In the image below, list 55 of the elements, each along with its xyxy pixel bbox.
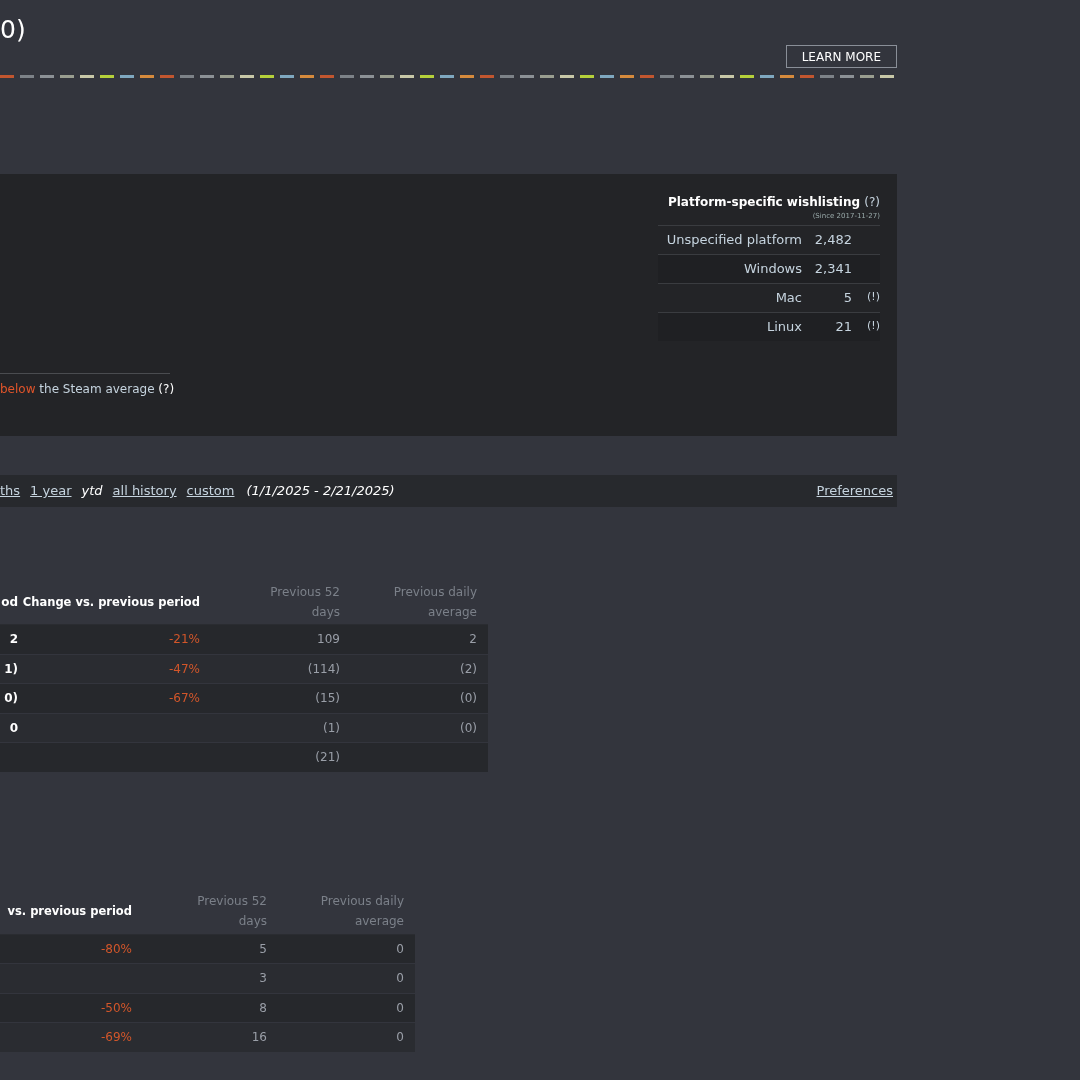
- date-range-option[interactable]: 1 year: [30, 481, 72, 501]
- date-range-text: (1/1/2025 - 2/21/2025): [246, 482, 395, 501]
- steam-average-comparison: below the Steam average (?): [0, 382, 175, 396]
- table-cell-text: (114): [306, 660, 340, 678]
- table-cell-text: 109: [316, 631, 340, 649]
- table-cell-text: 16: [250, 1029, 267, 1047]
- table-cell-text: 0: [395, 1029, 404, 1047]
- table-cell-text: 0: [395, 970, 404, 988]
- date-range-option[interactable]: all history: [112, 481, 177, 501]
- table-cell-text: 0: [395, 999, 404, 1017]
- table-cell-text: -67%: [168, 690, 200, 708]
- date-range-option[interactable]: ths: [0, 481, 21, 501]
- platform-wishlisting-title: Platform-specific wishlisting (?): [666, 194, 880, 211]
- table-cell-text: (21): [314, 749, 340, 767]
- table-cell-text: -69%: [100, 1029, 132, 1047]
- preferences-link[interactable]: Preferences: [816, 481, 893, 501]
- table-cell-text: (0): [459, 719, 477, 737]
- table-cell-text: 0: [8, 719, 18, 737]
- column-header: Previous daily average: [392, 583, 477, 621]
- table-cell-text: -50%: [100, 999, 132, 1017]
- platform-count: 2,341: [813, 259, 853, 278]
- table-cell-text: 0): [3, 690, 18, 708]
- table-cell-text: -80%: [100, 940, 132, 958]
- column-header: Previous daily average: [319, 893, 404, 930]
- table-cell-text: 8: [258, 999, 267, 1017]
- column-header: vs. previous period: [6, 903, 132, 920]
- table-cell-text: -21%: [168, 631, 200, 649]
- date-range-option[interactable]: custom: [186, 481, 235, 501]
- table-cell-text: 5: [258, 940, 267, 958]
- warning-note: (!): [866, 289, 880, 306]
- table-cell-text: (2): [459, 660, 477, 678]
- warning-note: (!): [866, 318, 880, 335]
- page-title: 0): [0, 14, 26, 46]
- column-header: Change vs. previous period: [21, 593, 200, 611]
- column-header: Previous 52 days: [269, 583, 340, 621]
- platform-name: Unspecified platform: [666, 230, 803, 249]
- platform-count: 2,482: [813, 230, 853, 249]
- column-header: od: [0, 593, 18, 611]
- table-cell-text: 1): [3, 660, 18, 678]
- date-range-option[interactable]: ytd: [81, 481, 103, 501]
- table-cell-text: (0): [459, 690, 477, 708]
- learn-more-button[interactable]: LEARN MORE: [785, 45, 897, 68]
- platform-name: Mac: [775, 288, 803, 307]
- platform-name: Linux: [766, 317, 803, 336]
- table-cell-text: 2: [8, 631, 18, 649]
- table-cell-text: 3: [258, 970, 267, 988]
- table-cell-text: 2: [468, 631, 477, 649]
- table-cell-text: (15): [314, 690, 340, 708]
- platform-name: Windows: [743, 259, 803, 278]
- table-cell-text: (1): [322, 719, 340, 737]
- platform-count: 5: [842, 288, 853, 307]
- table-cell-text: -47%: [168, 660, 200, 678]
- table-cell-text: 0: [395, 940, 404, 958]
- column-header: Previous 52 days: [196, 893, 267, 930]
- platform-count: 21: [834, 317, 853, 336]
